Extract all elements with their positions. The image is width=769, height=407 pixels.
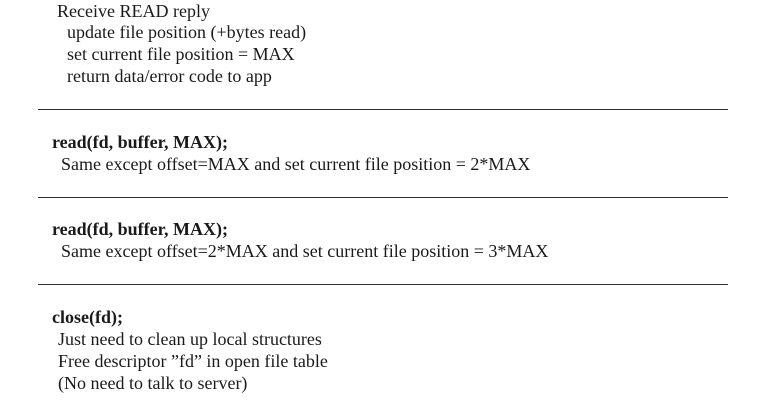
close-call: close(fd); <box>52 307 123 327</box>
read-call-2: read(fd, buffer, MAX); <box>52 219 228 239</box>
read-call-1: read(fd, buffer, MAX); <box>52 132 228 152</box>
section-divider-2 <box>38 197 728 198</box>
section-divider-1 <box>38 109 728 110</box>
section-divider-3 <box>38 284 728 285</box>
reply-line-update-position: update file position (+bytes read) <box>67 22 307 42</box>
close-line-no-server: (No need to talk to server) <box>58 373 248 393</box>
read-description-1: Same except offset=MAX and set current f… <box>61 154 531 174</box>
reply-line-set-position: set current file position = MAX <box>67 44 295 64</box>
close-line-free-descriptor: Free descriptor ”fd” in open file table <box>58 351 328 371</box>
close-line-cleanup: Just need to clean up local structures <box>58 329 322 349</box>
reply-line-return-data: return data/error code to app <box>67 66 272 86</box>
read-description-2: Same except offset=2*MAX and set current… <box>61 241 549 261</box>
reply-heading: Receive READ reply <box>57 1 210 21</box>
